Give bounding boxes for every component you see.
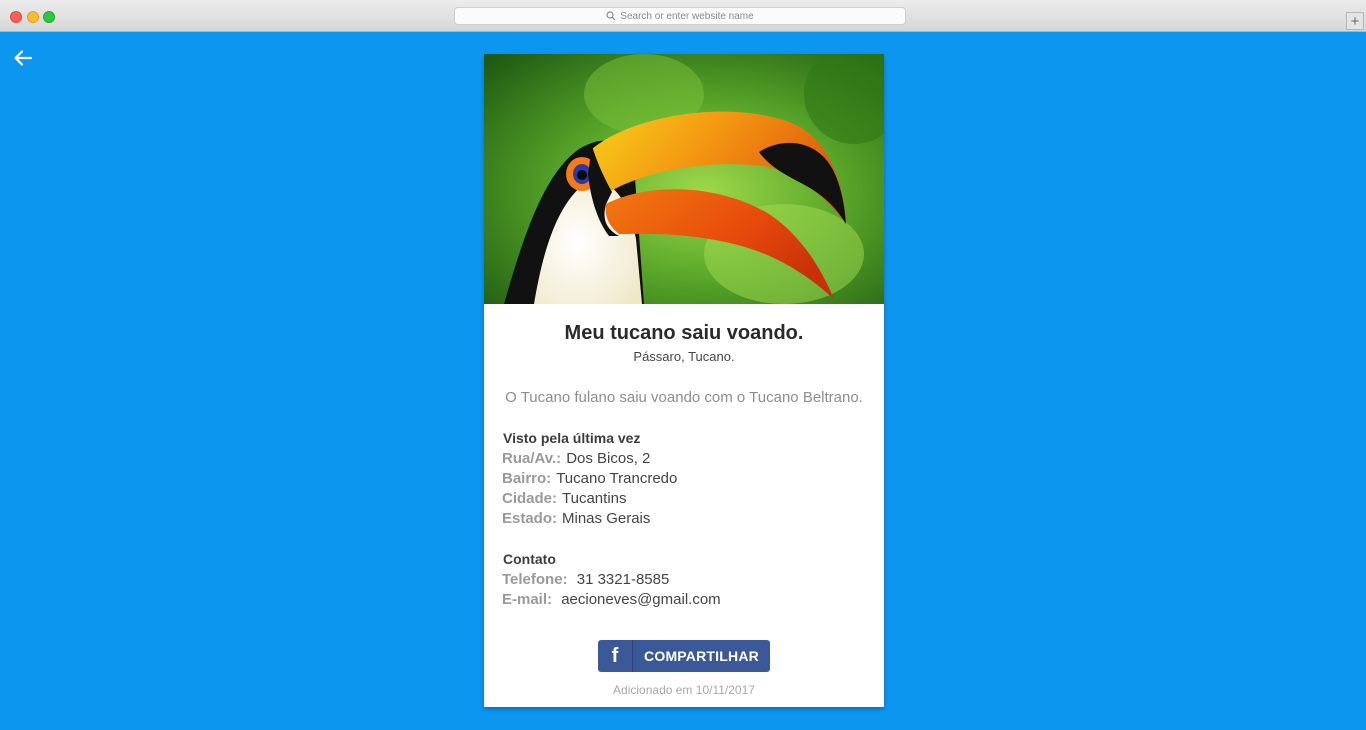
state-label: Estado:	[502, 510, 558, 527]
contact-heading: Contato	[503, 551, 556, 567]
phone-row: Telefone: 31 3321-8585	[502, 571, 669, 588]
facebook-share-button[interactable]: f COMPARTILHAR	[598, 640, 770, 672]
address-placeholder: Search or enter website name	[620, 10, 754, 22]
post-title: Meu tucano saiu voando.	[564, 322, 804, 344]
browser-toolbar: Search or enter website name +	[0, 0, 1366, 32]
city-row: Cidade: Tucantins	[502, 490, 627, 507]
phone-label: Telefone:	[502, 571, 568, 588]
zoom-window-button[interactable]	[43, 11, 55, 23]
state-row: Estado: Minas Gerais	[502, 510, 650, 527]
added-date: Adicionado em 10/11/2017	[613, 683, 755, 697]
post-tags: Pássaro, Tucano.	[633, 349, 735, 364]
post-card: Meu tucano saiu voando. Pássaro, Tucano.…	[484, 54, 884, 707]
search-icon	[606, 11, 616, 21]
neighborhood-value: Tucano Trancredo	[556, 470, 678, 487]
email-label: E-mail:	[502, 591, 553, 608]
phone-value: 31 3321-8585	[576, 571, 670, 588]
plus-icon: +	[1350, 12, 1360, 30]
share-label: COMPARTILHAR	[644, 648, 759, 664]
email-row: E-mail: aecioneves@gmail.com	[502, 591, 721, 608]
facebook-icon: f	[598, 640, 633, 672]
city-label: Cidade:	[502, 490, 558, 507]
toucan-photo	[484, 54, 884, 304]
city-value: Tucantins	[562, 490, 627, 507]
last-seen-heading: Visto pela última vez	[503, 430, 641, 446]
street-label: Rua/Av.:	[502, 450, 562, 467]
close-window-button[interactable]	[10, 11, 22, 23]
email-value[interactable]: aecioneves@gmail.com	[561, 591, 720, 608]
neighborhood-label: Bairro:	[502, 470, 552, 487]
state-value: Minas Gerais	[562, 510, 651, 527]
minimize-window-button[interactable]	[27, 11, 39, 23]
street-row: Rua/Av.: Dos Bicos, 2	[502, 450, 650, 467]
post-description: O Tucano fulano saiu voando com o Tucano…	[505, 389, 863, 406]
new-tab-button[interactable]: +	[1346, 12, 1364, 30]
address-bar[interactable]: Search or enter website name	[454, 7, 906, 25]
street-value: Dos Bicos, 2	[566, 450, 651, 467]
neighborhood-row: Bairro: Tucano Trancredo	[502, 470, 677, 487]
arrow-left-icon[interactable]	[12, 48, 34, 70]
